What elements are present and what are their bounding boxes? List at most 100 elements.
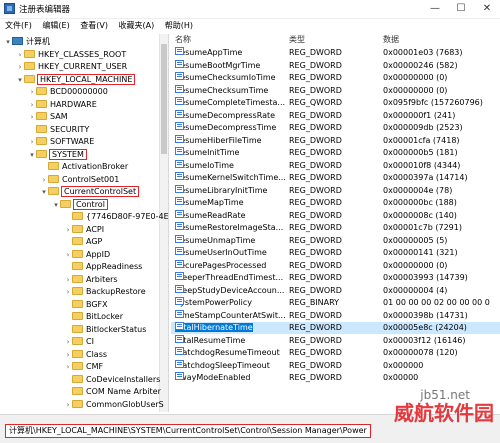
value-row[interactable]: SystemPowerPolicy REG_BINARY 01 00 00 00 0… bbox=[171, 297, 500, 309]
tree-node[interactable]: › Arbiters bbox=[64, 274, 118, 286]
tree-node[interactable]: › Class bbox=[64, 349, 107, 361]
registry-tree[interactable]: ▾ 计算机 › HKEY_CLASSES_ROOT › HKEY_CURRENT_USER… bbox=[0, 34, 169, 412]
tree-node[interactable]: ▾ 计算机 bbox=[4, 36, 50, 48]
registry-value-icon bbox=[175, 347, 184, 355]
tree-scrollbar-thumb[interactable] bbox=[161, 44, 167, 154]
column-header-name[interactable]: 名称 bbox=[175, 34, 191, 46]
menu-edit[interactable]: 编辑(E) bbox=[39, 19, 72, 33]
tree-node[interactable]: › BCD00000000 bbox=[28, 86, 108, 98]
value-row[interactable]: SleepStudyDeviceAccoun... REG_DWORD 0x0000… bbox=[171, 284, 500, 297]
chevron-right-icon[interactable]: › bbox=[64, 249, 72, 261]
chevron-down-icon[interactable]: ▾ bbox=[4, 36, 12, 48]
value-row[interactable]: ResumeInitTime REG_DWORD 0x000000b5 (181) bbox=[171, 147, 500, 159]
value-row[interactable]: ResumeCompleteTimesta... REG_QWORD 0x095f9… bbox=[171, 97, 500, 109]
value-row[interactable]: ResumeKernelSwitchTime... REG_DWORD 0x0000… bbox=[171, 172, 500, 184]
chevron-right-icon[interactable]: › bbox=[64, 274, 72, 286]
value-name: ResumeMapTime bbox=[175, 198, 244, 207]
value-row[interactable]: ResumeUserInOutTime REG_DWORD 0x00000141 (… bbox=[171, 247, 500, 259]
chevron-right-icon[interactable]: › bbox=[64, 399, 72, 411]
column-header-type[interactable]: 类型 bbox=[289, 34, 305, 46]
tree-node[interactable]: › BackupRestore bbox=[64, 286, 146, 298]
chevron-down-icon[interactable]: ▾ bbox=[40, 186, 48, 198]
chevron-down-icon[interactable]: ▾ bbox=[52, 199, 60, 211]
column-header-data[interactable]: 数据 bbox=[383, 34, 399, 46]
menu-favorites[interactable]: 收藏夹(A) bbox=[116, 19, 158, 33]
tree-node[interactable]: BGFX bbox=[64, 299, 108, 311]
chevron-right-icon[interactable]: › bbox=[28, 86, 36, 98]
chevron-right-icon[interactable]: › bbox=[64, 349, 72, 361]
tree-node[interactable]: AGP bbox=[64, 236, 102, 248]
tree-node[interactable]: › CI bbox=[64, 336, 94, 348]
chevron-right-icon[interactable]: › bbox=[64, 224, 72, 236]
registry-value-icon bbox=[175, 134, 184, 143]
close-button[interactable]: ✕ bbox=[474, 0, 500, 18]
value-row[interactable]: TotalHibernateTime REG_DWORD 0x00005e8c (2… bbox=[171, 322, 500, 334]
chevron-down-icon[interactable]: ▾ bbox=[28, 149, 36, 161]
tree-node[interactable]: › ACPI bbox=[64, 224, 104, 236]
tree-node[interactable]: SECURITY bbox=[28, 124, 89, 136]
value-row[interactable]: ResumeMapTime REG_DWORD 0x000000bc (188) bbox=[171, 197, 500, 209]
value-type: REG_DWORD bbox=[289, 323, 342, 332]
value-row[interactable]: ResumeHiberFileTime REG_DWORD 0x00001cfa (… bbox=[171, 134, 500, 147]
tree-node[interactable]: › SAM bbox=[28, 111, 68, 123]
value-row[interactable]: ResumeChecksumIoTime REG_DWORD 0x00000000 … bbox=[171, 72, 500, 84]
value-row[interactable]: TotalResumeTime REG_DWORD 0x00003f12 (1614… bbox=[171, 334, 500, 347]
value-row[interactable]: ResumeDecompressRate REG_DWORD 0x000000f1 … bbox=[171, 109, 500, 122]
value-row[interactable]: ResumeRestoreImageSta... REG_DWORD 0x00001… bbox=[171, 222, 500, 234]
value-row[interactable]: ResumeLibraryInitTime REG_DWORD 0x0000004e… bbox=[171, 184, 500, 197]
chevron-right-icon[interactable]: › bbox=[64, 286, 72, 298]
tree-node[interactable]: BitLocker bbox=[64, 311, 123, 323]
tree-node[interactable]: ▾ CurrentControlSet bbox=[40, 186, 140, 198]
chevron-right-icon[interactable]: › bbox=[40, 174, 48, 186]
chevron-right-icon[interactable]: › bbox=[28, 136, 36, 148]
chevron-right-icon[interactable]: › bbox=[28, 111, 36, 123]
value-row[interactable]: TimeStampCounterAtSwit... REG_DWORD 0x0000… bbox=[171, 309, 500, 322]
chevron-right-icon[interactable]: › bbox=[28, 99, 36, 111]
tree-node[interactable]: ▾ Control bbox=[52, 198, 108, 211]
value-row[interactable]: ResumeAppTime REG_DWORD 0x00001e03 (7683) bbox=[171, 47, 500, 59]
minimize-button[interactable]: — bbox=[422, 0, 448, 18]
chevron-down-icon[interactable]: ▾ bbox=[16, 74, 24, 86]
value-row[interactable]: ResumeReadRate REG_DWORD 0x0000008c (140) bbox=[171, 209, 500, 222]
value-row[interactable]: ResumeChecksumTime REG_DWORD 0x00000000 (0… bbox=[171, 84, 500, 97]
tree-node[interactable]: AppReadiness bbox=[64, 261, 142, 273]
tree-node[interactable]: › AppID bbox=[64, 249, 110, 261]
value-row[interactable]: SecurePagesProcessed REG_DWORD 0x00000000 … bbox=[171, 259, 500, 272]
chevron-right-icon[interactable]: › bbox=[16, 49, 24, 61]
tree-scrollbar[interactable] bbox=[159, 34, 168, 412]
value-row[interactable]: ResumeIoTime REG_DWORD 0x000010f8 (4344) bbox=[171, 159, 500, 172]
tree-node[interactable]: BitlockerStatus bbox=[64, 324, 146, 336]
tree-node-label: CurrentControlSet bbox=[60, 186, 140, 197]
tree-node[interactable]: › HKEY_CURRENT_USER bbox=[16, 61, 127, 73]
value-row[interactable]: ResumeUnmapTime REG_DWORD 0x00000005 (5) bbox=[171, 234, 500, 247]
tree-node[interactable]: › SOFTWARE bbox=[28, 136, 94, 148]
tree-node[interactable]: › ControlSet001 bbox=[40, 174, 119, 186]
tree-node[interactable]: › HARDWARE bbox=[28, 99, 97, 111]
chevron-right-icon[interactable]: › bbox=[64, 336, 72, 348]
menu-view[interactable]: 查看(V) bbox=[77, 19, 111, 33]
value-row[interactable]: ResumeDecompressTime REG_DWORD 0x000009db … bbox=[171, 122, 500, 134]
chevron-right-icon[interactable]: › bbox=[16, 61, 24, 73]
tree-node[interactable]: › CommonGlobUserS bbox=[64, 399, 164, 411]
tree-node[interactable]: ▾ HKEY_LOCAL_MACHINE bbox=[16, 73, 136, 86]
value-row[interactable]: WatchdogResumeTimeout REG_DWORD 0x00000078… bbox=[171, 347, 500, 359]
value-row[interactable]: ResumeBootMgrTime REG_DWORD 0x00000246 (58… bbox=[171, 59, 500, 72]
value-data: 0x00000000 (0) bbox=[383, 260, 448, 270]
menu-file[interactable]: 文件(F) bbox=[2, 19, 35, 33]
tree-node[interactable]: › HKEY_CLASSES_ROOT bbox=[16, 49, 126, 61]
tree-node[interactable]: › CMF bbox=[64, 361, 103, 373]
values-list[interactable]: 名称 类型 数据 ResumeAppTime REG_DWORD 0x00001e0… bbox=[171, 34, 500, 412]
tree-node[interactable]: ActivationBroker bbox=[40, 161, 128, 173]
tree-node[interactable]: CoDeviceInstallers bbox=[64, 374, 160, 386]
tree-node[interactable]: COM Name Arbiter bbox=[64, 386, 161, 398]
tree-node[interactable]: {7746D80F-97E0-4E bbox=[64, 211, 168, 223]
value-row[interactable]: AwayModeEnabled REG_DWORD 0x00000 bbox=[171, 372, 500, 384]
value-name: WatchdogResumeTimeout bbox=[175, 348, 280, 357]
chevron-right-icon[interactable]: › bbox=[64, 361, 72, 373]
tree-node[interactable]: ▾ SYSTEM bbox=[28, 148, 87, 161]
value-data: 0x00000 bbox=[383, 373, 419, 382]
value-row[interactable]: SleeperThreadEndTimest... REG_DWORD 0x0000… bbox=[171, 272, 500, 284]
menu-help[interactable]: 帮助(H) bbox=[162, 19, 196, 33]
value-row[interactable]: WatchdogSleepTimeout REG_DWORD 0x000000 bbox=[171, 359, 500, 372]
maximize-button[interactable]: ☐ bbox=[448, 0, 474, 18]
